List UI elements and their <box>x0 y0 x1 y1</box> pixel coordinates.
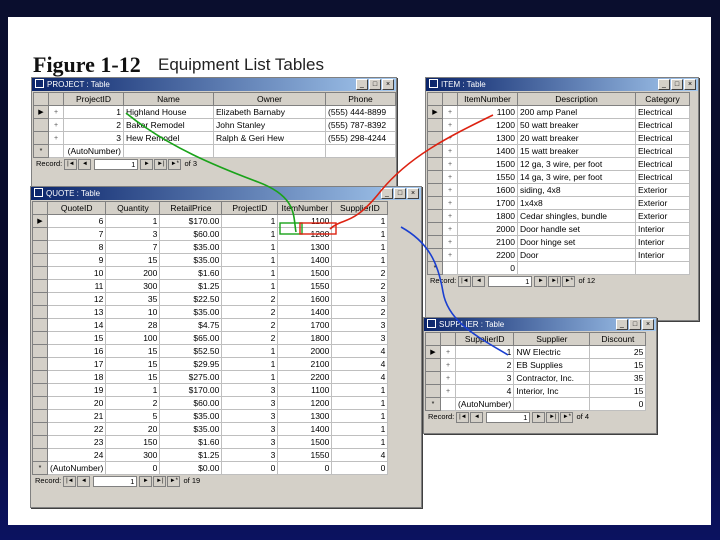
relationship-lines <box>125 112 509 356</box>
project-link-line <box>125 112 297 233</box>
page-number: 16 <box>672 513 683 523</box>
item-link-line <box>329 114 494 230</box>
project-link-highlight <box>279 222 303 235</box>
supplier-link-line <box>400 226 509 356</box>
slide: Figure 1-12 Equipment List Tables PROJEC… <box>8 17 711 525</box>
